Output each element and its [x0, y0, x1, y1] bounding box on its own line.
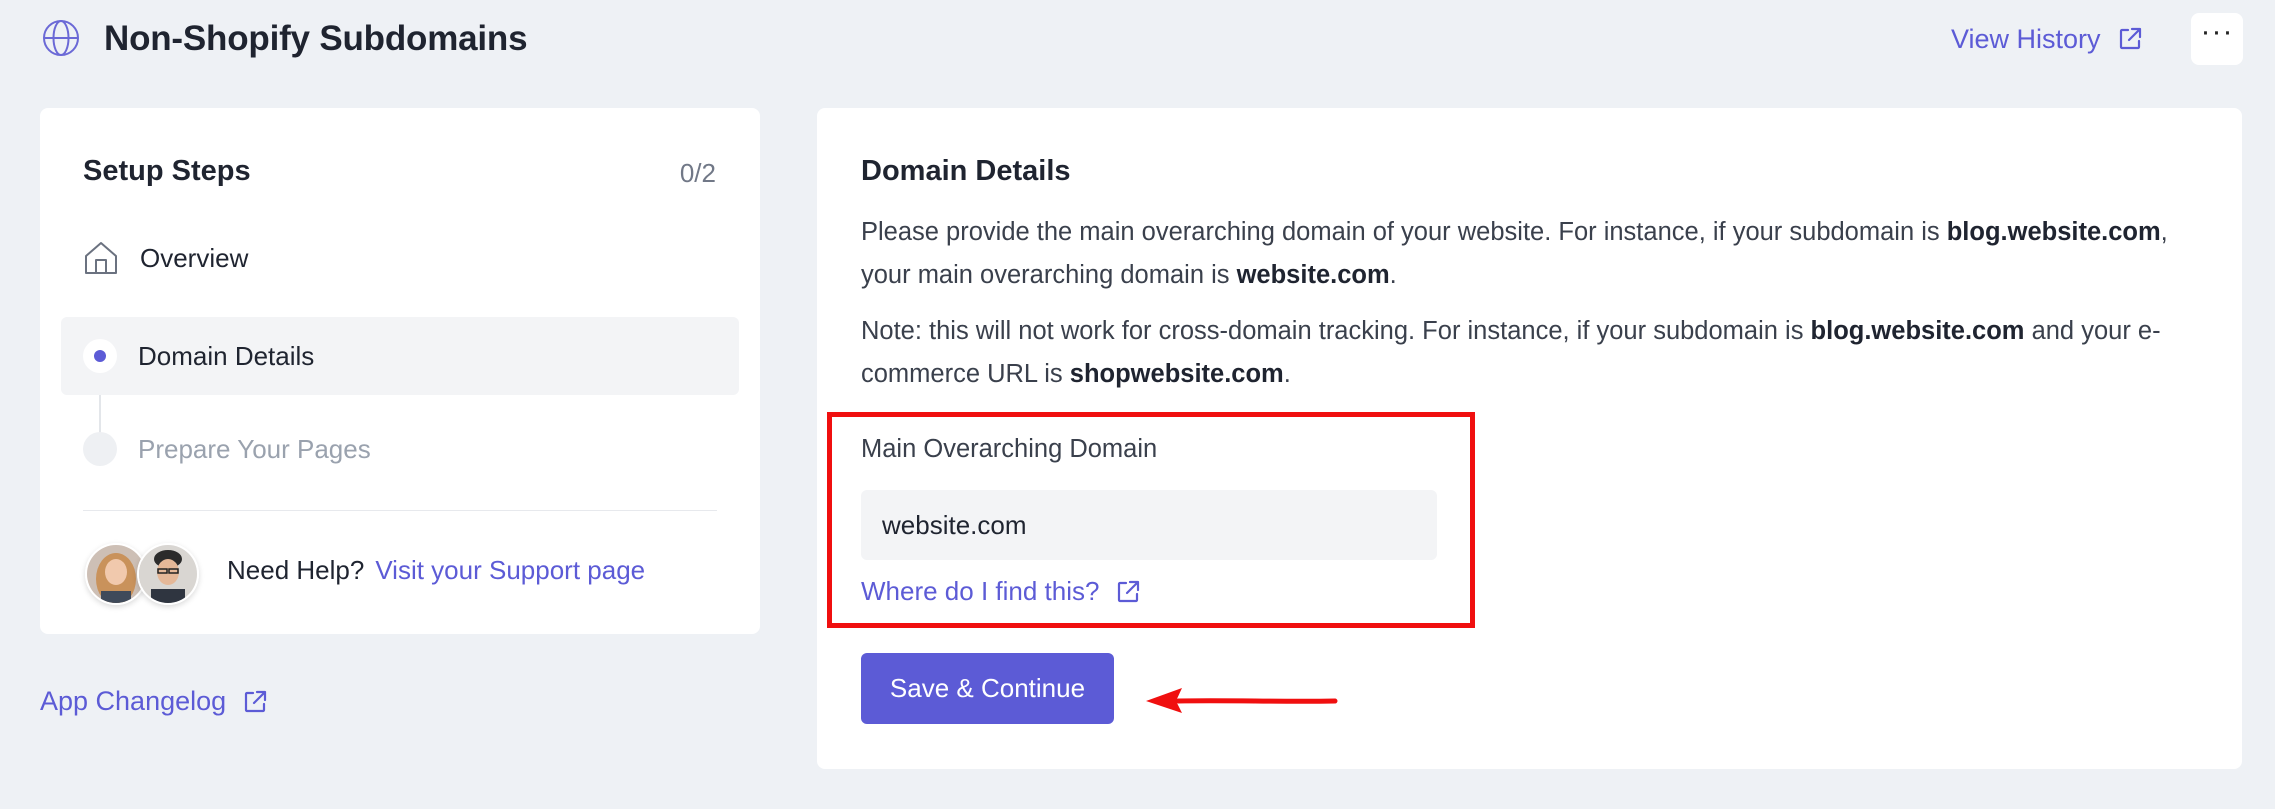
avatar-man [137, 543, 199, 605]
step-connector [99, 395, 101, 433]
step-overview-label: Overview [140, 242, 249, 273]
step-domain-details-label: Domain Details [138, 340, 315, 371]
annotation-highlight-box [827, 412, 1475, 628]
pending-step-dot-icon [83, 432, 117, 466]
setup-steps-title: Setup Steps [83, 155, 251, 187]
setup-steps-card: Setup Steps 0/2 Overview Domain Details … [40, 108, 760, 634]
home-icon [83, 240, 119, 276]
step-overview[interactable]: Overview [83, 240, 248, 276]
globe-icon [43, 20, 79, 56]
external-link-icon [2119, 27, 2141, 50]
support-avatars [85, 543, 200, 605]
more-options-button[interactable]: ··· [2191, 13, 2243, 65]
step-domain-details[interactable]: Domain Details [83, 339, 314, 373]
view-history-label: View History [1951, 23, 2101, 54]
save-continue-button[interactable]: Save & Continue [861, 653, 1114, 724]
page-title: Non-Shopify Subdomains [104, 19, 528, 58]
app-changelog-label: App Changelog [40, 686, 227, 716]
help-text: Need Help? [227, 555, 365, 585]
step-prepare-pages[interactable]: Prepare Your Pages [83, 432, 371, 466]
annotation-arrow [1146, 688, 1338, 713]
domain-details-title: Domain Details [861, 155, 1071, 187]
more-icon: ··· [2200, 15, 2234, 48]
external-link-icon [245, 690, 267, 712]
steps-progress-count: 0/2 [679, 158, 716, 188]
active-step-dot-icon [83, 339, 117, 373]
view-history-link[interactable]: View History [1951, 18, 2143, 60]
step-prepare-pages-label: Prepare Your Pages [138, 433, 371, 464]
domain-description: Please provide the main overarching doma… [861, 218, 2168, 289]
support-page-link[interactable]: Visit your Support page [375, 555, 645, 586]
cross-domain-note: Note: this will not work for cross-domai… [861, 317, 2161, 388]
divider [83, 510, 717, 511]
app-changelog-link[interactable]: App Changelog [40, 686, 268, 717]
help-row: Need Help? Visit your Support page [227, 555, 645, 586]
